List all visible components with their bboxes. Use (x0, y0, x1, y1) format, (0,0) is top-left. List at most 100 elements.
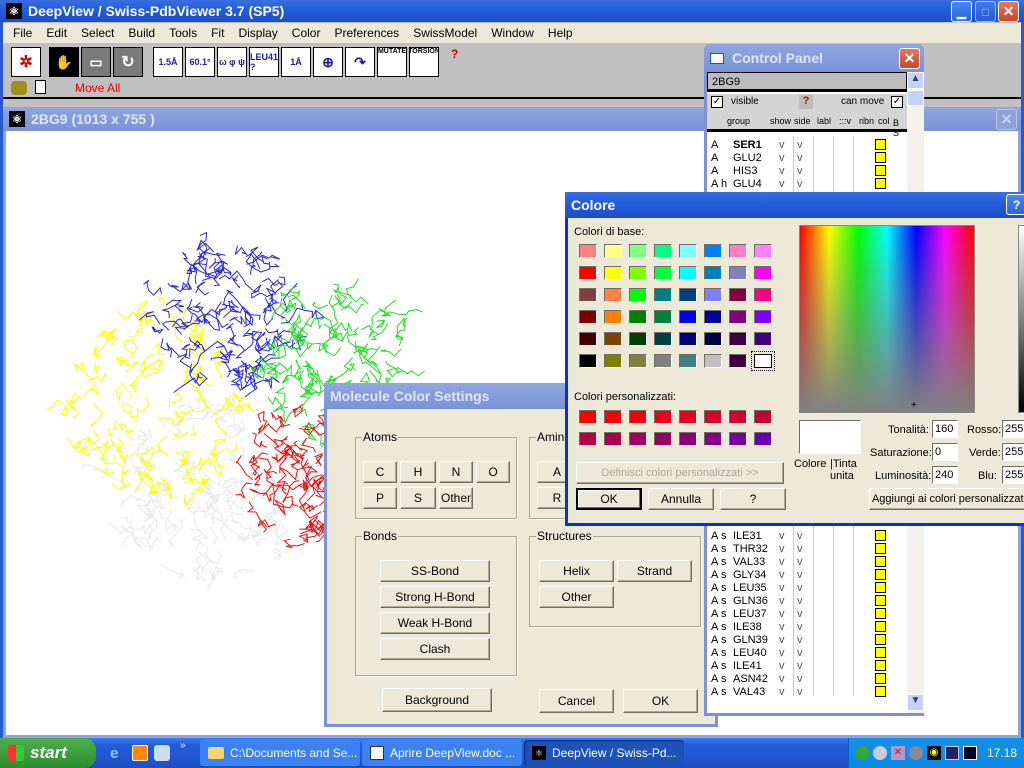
custom-color-swatch[interactable] (579, 432, 597, 446)
custom-color-swatch[interactable] (629, 432, 647, 446)
basic-color-swatch[interactable] (754, 266, 772, 280)
basic-color-swatch[interactable] (704, 354, 722, 368)
show-flag[interactable]: v (779, 178, 797, 191)
volume-icon[interactable] (909, 746, 923, 760)
menu-help[interactable]: Help (545, 26, 575, 40)
residue-color-swatch[interactable] (875, 569, 886, 580)
col-show[interactable]: show (770, 116, 791, 126)
cp-help-icon[interactable]: ? (799, 95, 813, 109)
green-input[interactable]: 255 (1002, 443, 1024, 461)
torsion-angle-tool[interactable]: ω φ ψ (217, 47, 247, 77)
side-flag[interactable]: v (797, 647, 817, 660)
basic-color-swatch[interactable] (604, 288, 622, 302)
basic-color-swatch[interactable] (729, 354, 747, 368)
residue-name[interactable]: ILE38 (733, 621, 779, 634)
center-molecule-tool[interactable]: ✲ (11, 47, 41, 77)
residue-row[interactable]: As LEU40 v v (711, 647, 907, 660)
basic-color-swatch[interactable] (754, 310, 772, 324)
main-title-bar[interactable]: ⚛ DeepView / Swiss-PdbViewer 3.7 (SP5) (0, 0, 1024, 22)
basic-color-swatch[interactable] (604, 354, 622, 368)
show-flag[interactable]: v (779, 582, 797, 595)
residue-color-swatch[interactable] (875, 621, 886, 632)
residue-name[interactable]: ILE31 (733, 530, 779, 543)
basic-color-swatch[interactable] (751, 351, 775, 371)
clash-button[interactable]: Clash (380, 638, 490, 660)
saturation-input[interactable]: 0 (932, 443, 958, 461)
basic-color-swatch[interactable] (704, 288, 722, 302)
help-icon[interactable]: ? (451, 47, 458, 61)
custom-color-swatch[interactable] (579, 410, 597, 424)
side-flag[interactable]: v (797, 530, 817, 543)
basic-color-swatch[interactable] (654, 266, 672, 280)
residue-color-swatch[interactable] (875, 139, 886, 150)
residue-name[interactable]: GLN39 (733, 634, 779, 647)
show-flag[interactable]: v (779, 530, 797, 543)
residue-color-swatch[interactable] (875, 608, 886, 619)
basic-color-swatch[interactable] (754, 332, 772, 346)
custom-color-swatch[interactable] (729, 432, 747, 446)
side-flag[interactable]: v (797, 634, 817, 647)
ss-bond-button[interactable]: SS-Bond (380, 560, 490, 582)
show-flag[interactable]: v (779, 647, 797, 660)
side-flag[interactable]: v (797, 608, 817, 621)
distance-tool[interactable]: 1.5Å (153, 47, 183, 77)
residue-name[interactable]: LEU40 (733, 647, 779, 660)
residue-color-swatch[interactable] (875, 582, 886, 593)
residue-row[interactable]: A GLU2 v v (711, 152, 907, 165)
custom-color-swatch[interactable] (604, 410, 622, 424)
residue-color-swatch[interactable] (875, 556, 886, 567)
basic-color-swatch[interactable] (654, 332, 672, 346)
show-flag[interactable]: v (779, 634, 797, 647)
custom-color-swatch[interactable] (604, 432, 622, 446)
wireless-icon[interactable]: ◉ (927, 746, 941, 760)
col-labl[interactable]: labl (817, 116, 831, 126)
visible-checkbox[interactable]: ✓ (711, 96, 723, 108)
show-flag[interactable]: v (779, 165, 797, 178)
residue-name[interactable]: ASN42 (733, 673, 779, 686)
custom-color-swatch[interactable] (629, 410, 647, 424)
residue-color-swatch[interactable] (875, 673, 886, 684)
show-flag[interactable]: v (779, 621, 797, 634)
col-group[interactable]: group (727, 116, 750, 126)
atom-p-button[interactable]: P (363, 487, 397, 509)
show-neighbors-tool[interactable]: 1Å (281, 47, 311, 77)
side-flag[interactable]: v (797, 582, 817, 595)
basic-color-swatch[interactable] (579, 310, 597, 324)
background-button[interactable]: Background (382, 688, 492, 712)
basic-color-swatch[interactable] (679, 354, 697, 368)
start-button[interactable]: start (0, 738, 96, 768)
residue-row[interactable]: As GLY34 v v (711, 569, 907, 582)
fix-fragment-tool[interactable]: ↷ (345, 47, 375, 77)
menu-fit[interactable]: Fit (209, 26, 227, 40)
basic-color-swatch[interactable] (604, 266, 622, 280)
task-deepview[interactable]: ⚛ DeepView / Swiss-Pd... (524, 740, 684, 766)
show-flag[interactable]: v (779, 543, 797, 556)
basic-color-swatch[interactable] (754, 244, 772, 258)
basic-color-swatch[interactable] (704, 310, 722, 324)
atom-h-button[interactable]: H (400, 461, 436, 483)
custom-color-swatch[interactable] (754, 410, 772, 424)
show-flag[interactable]: v (779, 595, 797, 608)
basic-color-swatch[interactable] (654, 354, 672, 368)
maximize-button[interactable]: □ (975, 1, 996, 22)
basic-color-swatch[interactable] (754, 288, 772, 302)
basic-color-swatch[interactable] (679, 266, 697, 280)
side-flag[interactable]: v (797, 686, 817, 699)
luminance-slider[interactable] (1018, 225, 1024, 413)
residue-name[interactable]: THR32 (733, 543, 779, 556)
col-bs[interactable]: B S (893, 118, 907, 138)
tray-display-icon[interactable] (963, 746, 977, 760)
luminosity-input[interactable]: 240 (932, 466, 958, 484)
side-flag[interactable]: v (797, 152, 817, 165)
atom-c-button[interactable]: C (363, 461, 397, 483)
color-ok-button[interactable]: OK (576, 488, 642, 510)
residue-name[interactable]: HIS3 (733, 165, 779, 178)
menu-file[interactable]: File (11, 26, 35, 40)
mcs-cancel-button[interactable]: Cancel (539, 689, 614, 713)
torsion-tool[interactable]: TORSION (409, 47, 439, 77)
menu-edit[interactable]: Edit (44, 26, 70, 40)
residue-row[interactable]: As GLN39 v v (711, 634, 907, 647)
residue-name[interactable]: GLY34 (733, 569, 779, 582)
side-flag[interactable]: v (797, 595, 817, 608)
show-flag[interactable]: v (779, 556, 797, 569)
